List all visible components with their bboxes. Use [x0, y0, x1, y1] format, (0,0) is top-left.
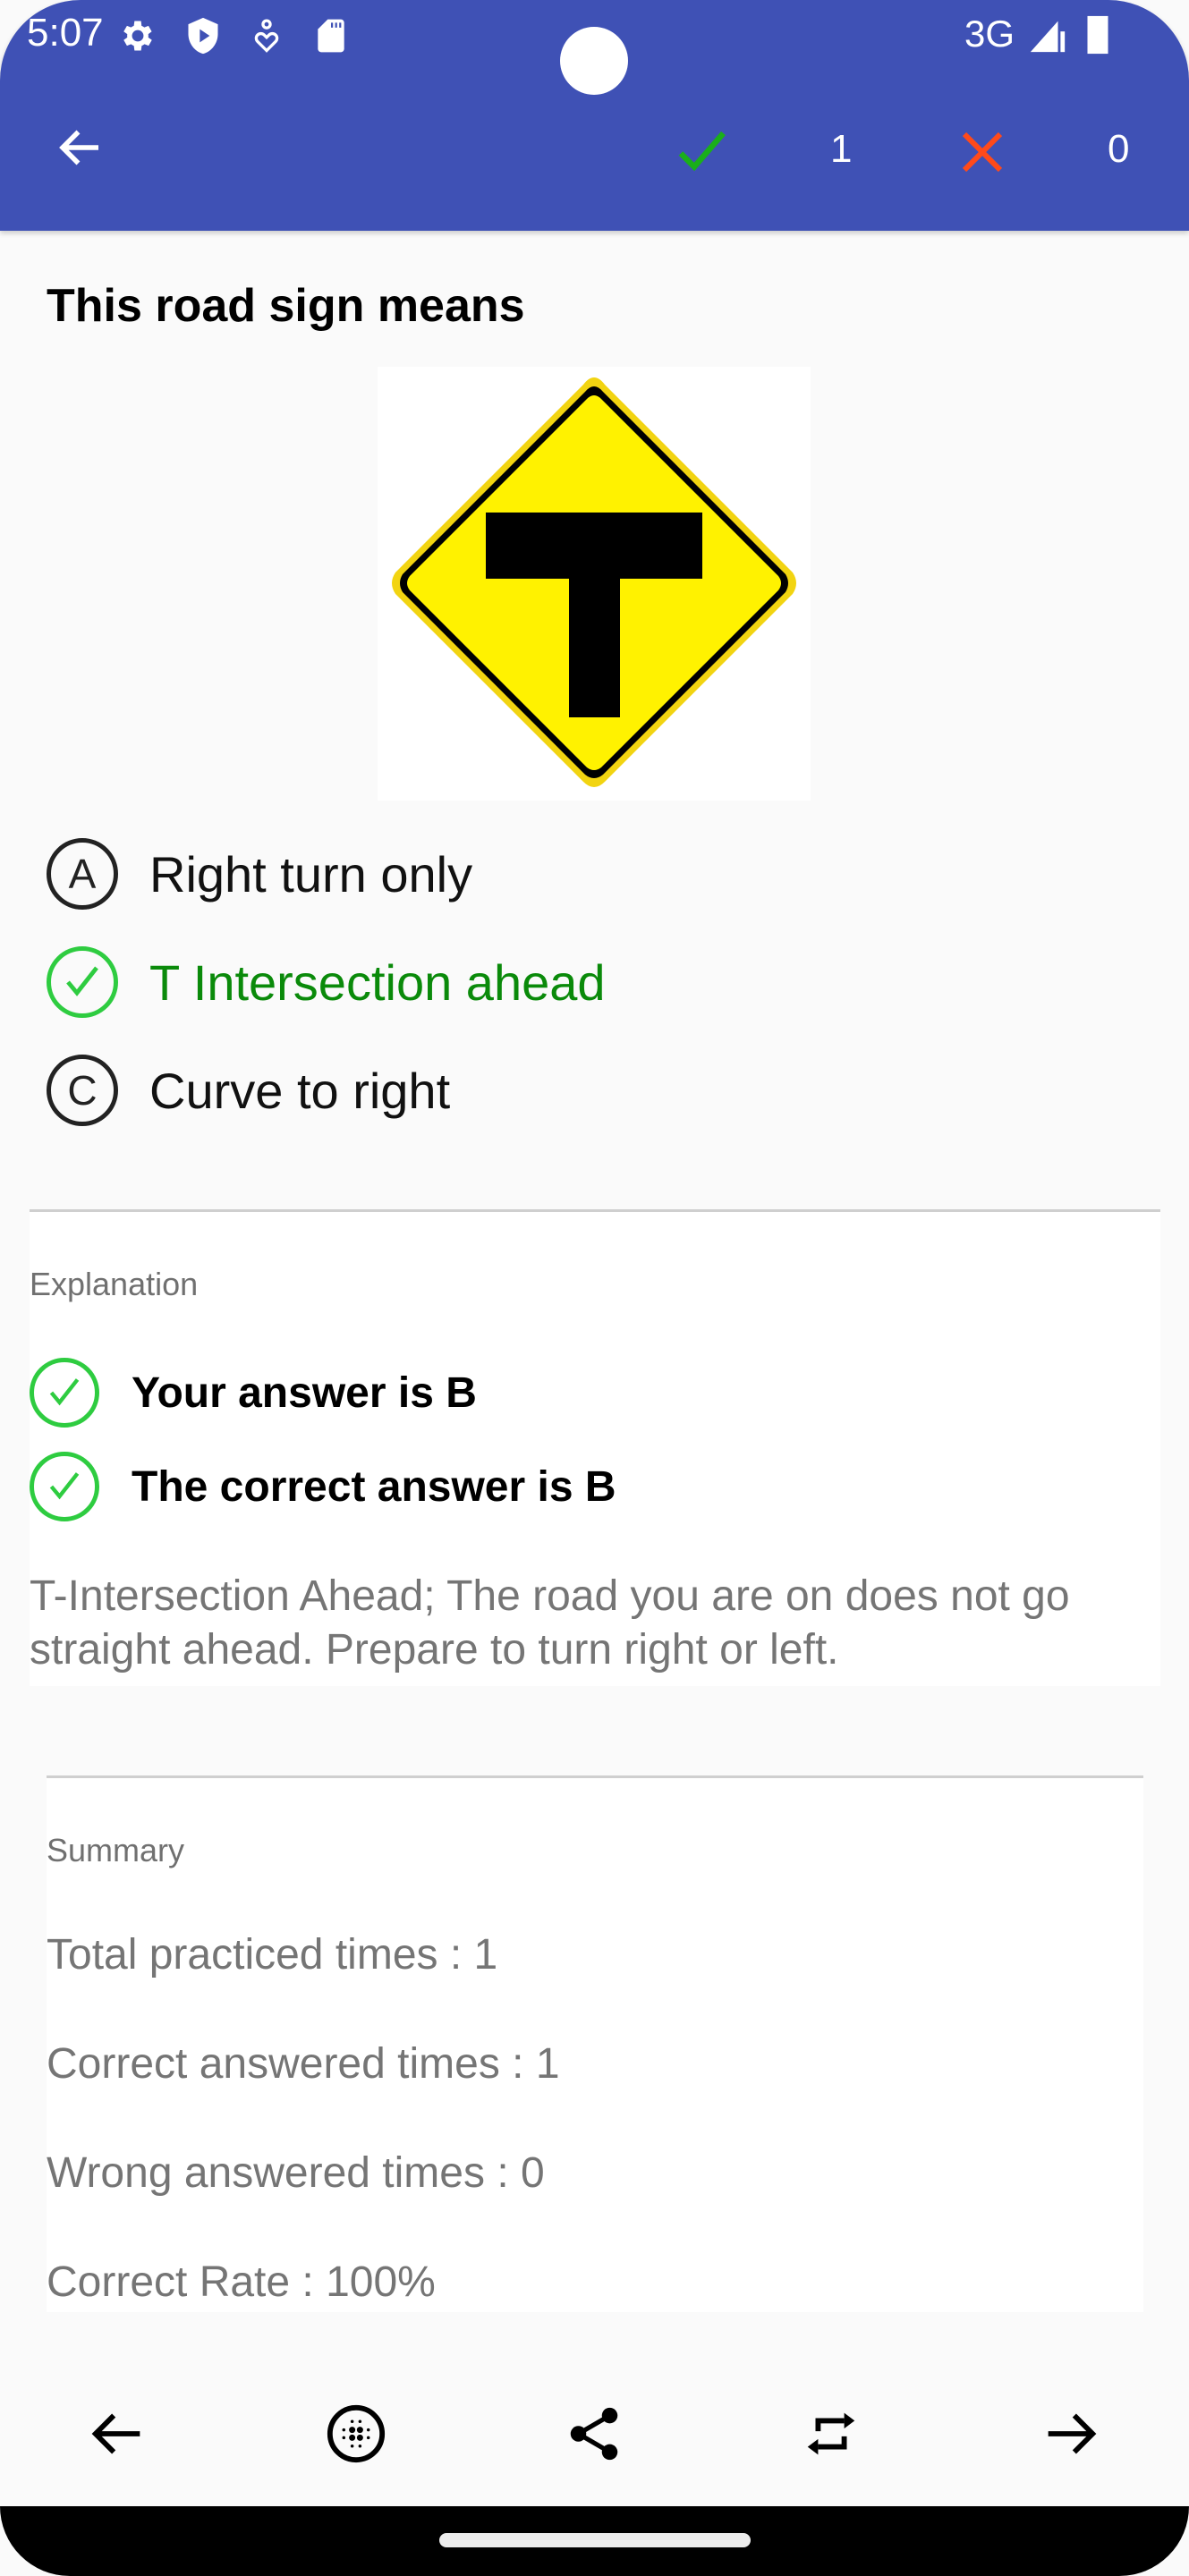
option-text: Right turn only: [149, 845, 473, 902]
correct-answer-row: The correct answer is B: [30, 1449, 616, 1524]
option-text: T Intersection ahead: [149, 953, 606, 1011]
app-bar: 5:07 3G 1 0: [0, 0, 1189, 231]
summary-label: Summary: [47, 1832, 185, 1868]
explanation-label: Explanation: [30, 1266, 199, 1302]
battery-icon: [1087, 15, 1108, 55]
check-circle-icon: [30, 1358, 99, 1428]
settings-icon: [123, 21, 152, 51]
option-c[interactable]: C Curve to right: [47, 1053, 450, 1128]
status-time: 5:07: [27, 11, 104, 55]
summary-correct-answered: Correct answered times : 1: [47, 2040, 560, 2088]
road-sign-image: [378, 367, 811, 801]
repeat-button[interactable]: [800, 2402, 862, 2465]
previous-question-button[interactable]: [88, 2402, 150, 2465]
your-answer-row: Your answer is B: [30, 1355, 477, 1430]
explanation-text: T-Intersection Ahead; The road you are o…: [30, 1572, 1070, 1674]
shield-play-icon: [188, 17, 218, 55]
correct-count-icon: [678, 131, 726, 172]
home-gesture-handle[interactable]: [439, 2533, 751, 2547]
summary-wrong-answered: Wrong answered times : 0: [47, 2149, 545, 2197]
summary-total-practiced: Total practiced times : 1: [47, 1931, 498, 1979]
your-answer-text: Your answer is B: [132, 1368, 477, 1417]
option-a[interactable]: A Right turn only: [47, 836, 472, 911]
share-button[interactable]: [563, 2402, 625, 2465]
option-text: Curve to right: [149, 1062, 451, 1119]
option-letter-badge: A: [47, 838, 118, 910]
back-button[interactable]: [54, 121, 107, 174]
check-circle-icon: [30, 1452, 99, 1521]
question-title: This road sign means: [47, 280, 525, 332]
network-type: 3G: [964, 13, 1015, 55]
check-circle-icon: [47, 946, 118, 1018]
question-grid-button[interactable]: [325, 2402, 387, 2465]
front-camera: [560, 27, 628, 95]
summary-card: Summary Total practiced times : 1 Correc…: [47, 1775, 1143, 2312]
summary-correct-rate: Correct Rate : 100%: [47, 2258, 436, 2306]
signal-icon: [1030, 21, 1066, 53]
next-question-button[interactable]: [1038, 2402, 1100, 2465]
correct-count: 1: [830, 127, 853, 171]
accessibility-icon: [254, 19, 279, 53]
correct-answer-text: The correct answer is B: [132, 1462, 616, 1511]
option-b[interactable]: T Intersection ahead: [47, 945, 606, 1020]
wrong-count: 0: [1108, 127, 1130, 171]
wrong-count-icon: [962, 131, 1003, 173]
explanation-card: Explanation Your answer is B The correct…: [30, 1209, 1160, 1686]
t-intersection-sign-icon: [392, 377, 796, 787]
sd-card-icon: [318, 19, 344, 53]
option-letter-badge: C: [47, 1055, 118, 1126]
